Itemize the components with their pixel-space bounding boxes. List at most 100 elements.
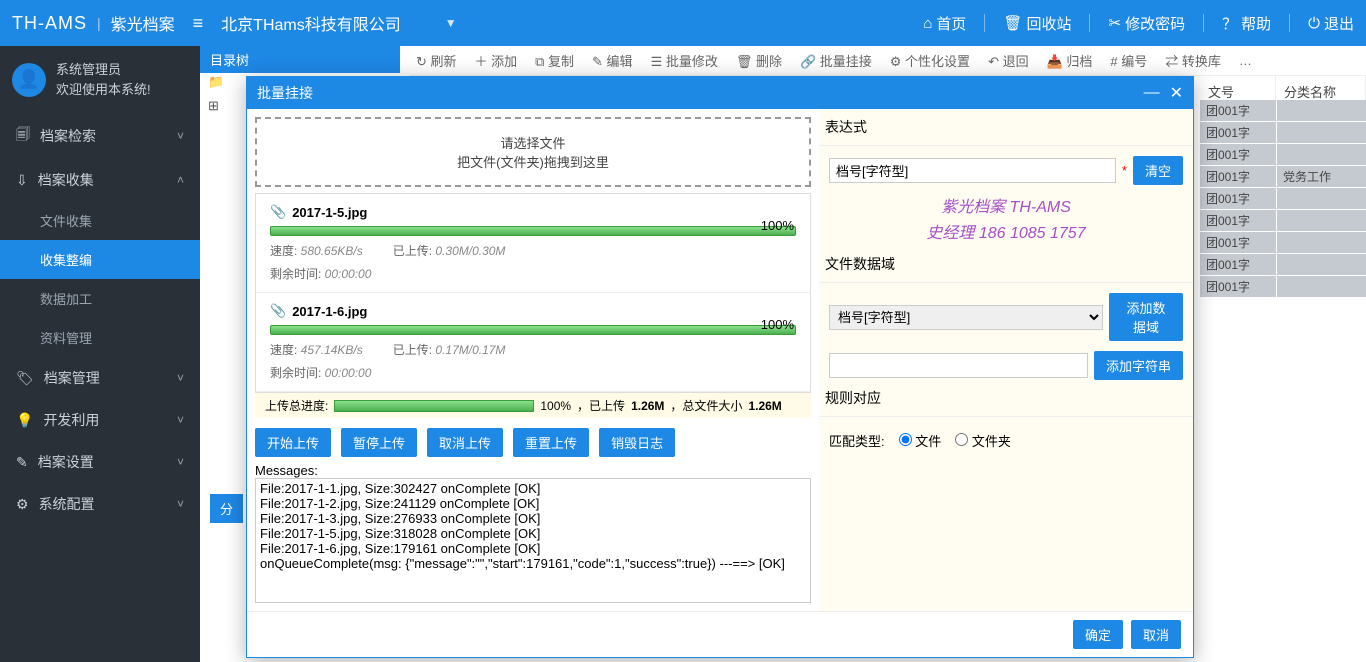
menu-toggle-icon[interactable]: ≡ — [193, 13, 204, 34]
sidebar-item[interactable]: 💡开发利用˅ — [0, 399, 200, 441]
add-domain-button[interactable]: 添加数据域 — [1109, 293, 1183, 341]
toolbar-转换库[interactable]: ⇄ 转换库 — [1165, 51, 1221, 70]
progress-bar — [270, 325, 796, 335]
user-welcome: 欢迎使用本系统! — [56, 80, 151, 100]
messages-label: Messages: — [255, 463, 811, 478]
nav-logout[interactable]: ⏻ 退出 — [1308, 13, 1354, 34]
table-row[interactable]: 团001字 — [1200, 144, 1366, 166]
file-percent: 100% — [761, 317, 794, 332]
header-nav: ⌂ 首页 🗑 回收站 ✂ 修改密码 ？帮助 ⏻ 退出 — [923, 13, 1354, 34]
radio-folder[interactable]: 文件夹 — [955, 431, 1011, 450]
nav-icon: 🗐 — [16, 124, 30, 148]
logo-separator: | — [97, 15, 101, 31]
toolbar-个性化设置[interactable]: ⚙ 个性化设置 — [890, 51, 970, 70]
batch-link-dialog: 批量挂接 — ✕ 请选择文件 把文件(文件夹)拖拽到这里 2017-1-5.jp… — [246, 76, 1194, 658]
ok-button[interactable]: 确定 — [1073, 620, 1123, 649]
upload-list: 2017-1-5.jpg 100% 速度: 580.65KB/s已上传: 0.3… — [255, 193, 811, 393]
toolbar-批量挂接[interactable]: 🔗 批量挂接 — [800, 51, 872, 70]
nav-password[interactable]: ✂ 修改密码 — [1108, 13, 1185, 34]
sidebar-subitem[interactable]: 文件收集 — [0, 201, 200, 240]
nav-icon: 🏷 — [16, 370, 34, 387]
nav-help[interactable]: ？帮助 — [1222, 13, 1271, 34]
file-percent: 100% — [761, 218, 794, 233]
sidebar-subitem[interactable]: 数据加工 — [0, 279, 200, 318]
logo: TH-AMS — [12, 13, 87, 34]
table-row[interactable]: 团001字党务工作 — [1200, 166, 1366, 188]
start-upload-button[interactable]: 开始上传 — [255, 428, 331, 457]
upload-file-item: 2017-1-5.jpg 100% 速度: 580.65KB/s已上传: 0.3… — [256, 194, 810, 293]
message-line: File:2017-1-2.jpg, Size:241129 onComplet… — [260, 496, 806, 511]
table-row[interactable]: 团001字 — [1200, 232, 1366, 254]
minimize-icon[interactable]: — — [1144, 84, 1160, 102]
pause-upload-button[interactable]: 暂停上传 — [341, 428, 417, 457]
match-type-row: 匹配类型: 文件 文件夹 — [829, 427, 1183, 454]
expression-input[interactable] — [829, 158, 1116, 183]
toolbar-编号[interactable]: # 编号 — [1110, 51, 1147, 70]
sidebar-subitem[interactable]: 资料管理 — [0, 318, 200, 357]
progress-bar — [270, 226, 796, 236]
toolbar-编辑[interactable]: ✎ 编辑 — [592, 51, 633, 70]
table-body: 团001字团001字团001字团001字党务工作团001字团001字团001字团… — [1200, 100, 1366, 298]
message-line: File:2017-1-3.jpg, Size:276933 onComplet… — [260, 511, 806, 526]
upload-buttons: 开始上传 暂停上传 取消上传 重置上传 销毁日志 — [255, 428, 811, 457]
destroy-log-button[interactable]: 销毁日志 — [599, 428, 675, 457]
sidebar-item[interactable]: ⇩档案收集˄ — [0, 159, 200, 201]
sidebar-item[interactable]: ✎档案设置˅ — [0, 441, 200, 483]
toolbar-添加[interactable]: ＋ 添加 — [475, 51, 518, 70]
user-block: 👤 系统管理员 欢迎使用本系统! — [0, 46, 200, 113]
clear-button[interactable]: 清空 — [1133, 156, 1183, 185]
rule-title: 规则对应 — [819, 380, 1193, 417]
dialog-footer: 确定 取消 — [247, 611, 1193, 657]
tab-button[interactable]: 分 — [210, 494, 243, 523]
data-domain-title: 文件数据域 — [819, 246, 1193, 283]
reset-upload-button[interactable]: 重置上传 — [513, 428, 589, 457]
toolbar-复制[interactable]: ⧉ 复制 — [535, 51, 574, 70]
file-name: 2017-1-5.jpg — [270, 204, 796, 220]
sidebar-item[interactable]: 🗐档案检索˅ — [0, 113, 200, 159]
sidebar-subitem[interactable]: 收集整编 — [0, 240, 200, 279]
nav-icon: ⇩ — [16, 172, 28, 189]
table-row[interactable]: 团001字 — [1200, 276, 1366, 298]
radio-file[interactable]: 文件 — [899, 431, 942, 450]
add-string-button[interactable]: 添加字符串 — [1094, 351, 1183, 380]
nav-home[interactable]: ⌂ 首页 — [923, 13, 966, 34]
nav-icon: ⚙ — [16, 496, 29, 513]
config-panel: 表达式 * 清空 紫光档案 TH-AMS 史经理 186 1085 1757 文… — [819, 109, 1193, 611]
toolbar-刷新[interactable]: ↻ 刷新 — [416, 51, 457, 70]
sidebar-item[interactable]: ⚙系统配置˅ — [0, 483, 200, 525]
nav-recycle[interactable]: 🗑 回收站 — [1003, 13, 1071, 34]
close-icon[interactable]: ✕ — [1170, 83, 1183, 103]
toolbar: ↻ 刷新 ＋ 添加 ⧉ 复制 ✎ 编辑 ☰ 批量修改 🗑 删除 🔗 批量挂接 ⚙ 个性化设置 ↶… — [410, 46, 1366, 76]
message-line: onQueueComplete(msg: {"message":"","star… — [260, 556, 806, 571]
dropzone[interactable]: 请选择文件 把文件(文件夹)拖拽到这里 — [255, 117, 811, 187]
file-name: 2017-1-6.jpg — [270, 303, 796, 319]
dialog-title: 批量挂接 — [257, 83, 313, 103]
data-domain-select[interactable]: 档号[字符型] — [829, 305, 1103, 330]
message-line: File:2017-1-6.jpg, Size:179161 onComplet… — [260, 541, 806, 556]
toolbar-归档[interactable]: 📥 归档 — [1047, 51, 1093, 70]
messages-box[interactable]: File:2017-1-1.jpg, Size:302427 onComplet… — [255, 478, 811, 603]
table-row[interactable]: 团001字 — [1200, 188, 1366, 210]
table-row[interactable]: 团001字 — [1200, 100, 1366, 122]
toolbar-删除[interactable]: 🗑 删除 — [736, 51, 782, 70]
cancel-button[interactable]: 取消 — [1131, 620, 1181, 649]
watermark: 紫光档案 TH-AMS 史经理 186 1085 1757 — [829, 195, 1183, 246]
tree-header: 目录树 — [200, 46, 400, 73]
company-name[interactable]: 北京THams科技有限公司 — [221, 11, 401, 35]
table-row[interactable]: 团001字 — [1200, 254, 1366, 276]
toolbar-退回[interactable]: ↶ 退回 — [988, 51, 1029, 70]
chevron-down-icon[interactable]: ▼ — [445, 16, 457, 30]
toolbar-more[interactable]: … — [1239, 53, 1252, 68]
string-input[interactable] — [829, 353, 1088, 378]
total-progress: 上传总进度: 100% ，已上传1.26M ，总文件大小1.26M — [255, 393, 811, 418]
total-progress-bar — [334, 400, 534, 412]
cancel-upload-button[interactable]: 取消上传 — [427, 428, 503, 457]
sidebar-item[interactable]: 🏷档案管理˅ — [0, 357, 200, 399]
upload-panel: 请选择文件 把文件(文件夹)拖拽到这里 2017-1-5.jpg 100% 速度… — [247, 109, 819, 611]
upload-file-item: 2017-1-6.jpg 100% 速度: 457.14KB/s已上传: 0.1… — [256, 293, 810, 392]
avatar: 👤 — [12, 63, 46, 97]
match-type-label: 匹配类型: — [829, 431, 885, 450]
toolbar-批量修改[interactable]: ☰ 批量修改 — [651, 51, 718, 70]
table-row[interactable]: 团001字 — [1200, 122, 1366, 144]
table-row[interactable]: 团001字 — [1200, 210, 1366, 232]
